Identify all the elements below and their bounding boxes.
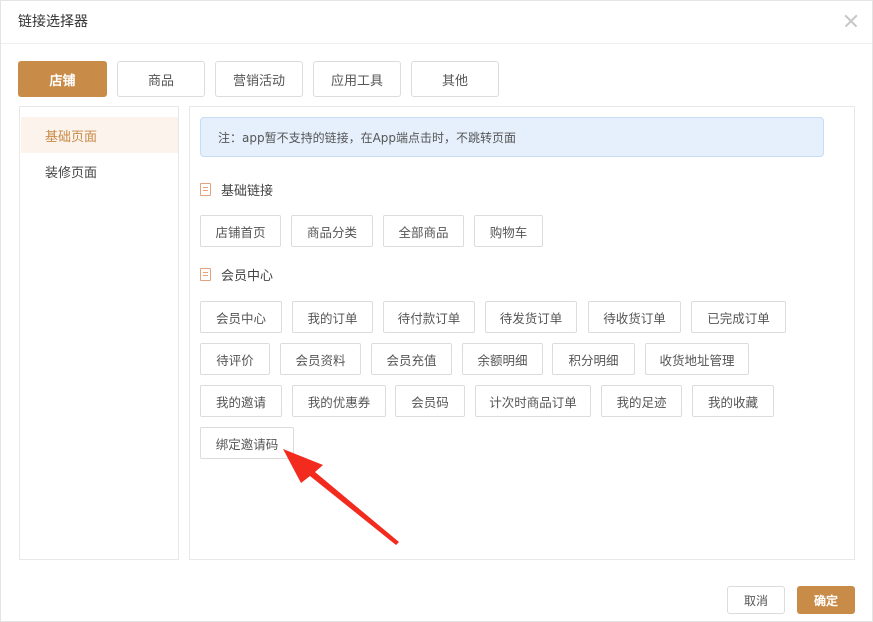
dialog-header: 链接选择器 <box>1 1 872 44</box>
notice-banner: 注：app暂不支持的链接，在App端点击时，不跳转页面 <box>200 117 824 157</box>
link-my-coupons[interactable]: 我的优惠券 <box>292 385 386 417</box>
link-content-panel: 注：app暂不支持的链接，在App端点击时，不跳转页面 基础链接 店铺首页 商品… <box>189 106 855 560</box>
link-timed-product-orders[interactable]: 计次时商品订单 <box>475 385 591 417</box>
document-icon <box>200 182 211 196</box>
tab-marketing[interactable]: 营销活动 <box>215 61 303 97</box>
link-member-recharge[interactable]: 会员充值 <box>371 343 452 375</box>
link-bind-invite-code[interactable]: 绑定邀请码 <box>200 427 294 459</box>
link-my-favorites[interactable]: 我的收藏 <box>692 385 774 417</box>
link-member-center[interactable]: 会员中心 <box>200 301 282 333</box>
section-title-member: 会员中心 <box>200 265 274 284</box>
close-icon[interactable] <box>840 10 862 32</box>
link-points-detail[interactable]: 积分明细 <box>552 343 635 375</box>
tab-store[interactable]: 店铺 <box>18 61 107 97</box>
link-pending-payment[interactable]: 待付款订单 <box>383 301 475 333</box>
tab-app-tools[interactable]: 应用工具 <box>313 61 401 97</box>
link-pending-receipt[interactable]: 待收货订单 <box>588 301 681 333</box>
sidebar-item-decor-pages[interactable]: 装修页面 <box>21 153 178 189</box>
link-pending-review[interactable]: 待评价 <box>200 343 270 375</box>
document-icon <box>200 267 211 281</box>
section-title-member-label: 会员中心 <box>221 268 274 284</box>
link-store-home[interactable]: 店铺首页 <box>200 215 281 247</box>
link-address-manage[interactable]: 收货地址管理 <box>645 343 749 375</box>
section-title-basic: 基础链接 <box>200 180 274 199</box>
sidebar: 基础页面 装修页面 <box>19 106 179 560</box>
link-my-invites[interactable]: 我的邀请 <box>200 385 282 417</box>
link-pending-shipment[interactable]: 待发货订单 <box>485 301 577 333</box>
dialog-title: 链接选择器 <box>18 14 88 30</box>
link-all-products[interactable]: 全部商品 <box>383 215 464 247</box>
section-title-basic-label: 基础链接 <box>221 183 274 199</box>
link-selector-dialog: 链接选择器 店铺 商品 营销活动 应用工具 其他 基础页面 装修页面 注：app… <box>0 0 873 622</box>
link-member-code[interactable]: 会员码 <box>395 385 465 417</box>
link-completed-orders[interactable]: 已完成订单 <box>691 301 786 333</box>
link-category[interactable]: 商品分类 <box>291 215 373 247</box>
tab-other[interactable]: 其他 <box>411 61 499 97</box>
sidebar-item-basic-pages[interactable]: 基础页面 <box>21 117 178 153</box>
confirm-button[interactable]: 确定 <box>797 586 855 614</box>
link-cart[interactable]: 购物车 <box>474 215 543 247</box>
link-member-profile[interactable]: 会员资料 <box>280 343 361 375</box>
link-my-orders[interactable]: 我的订单 <box>292 301 373 333</box>
link-my-footprints[interactable]: 我的足迹 <box>601 385 682 417</box>
cancel-button[interactable]: 取消 <box>727 586 785 614</box>
tab-products[interactable]: 商品 <box>117 61 205 97</box>
link-balance-detail[interactable]: 余额明细 <box>462 343 543 375</box>
